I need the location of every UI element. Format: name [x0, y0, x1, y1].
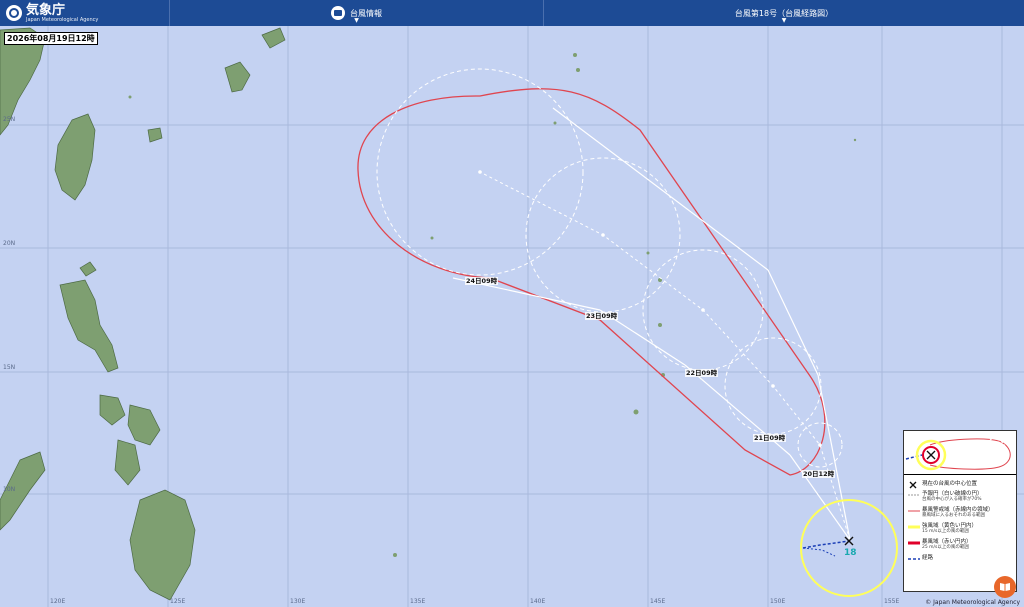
lon-label-125e: 125E [170, 598, 186, 605]
lon-label-140e: 140E [530, 598, 546, 605]
legend-warning-sub: 暴風域に入るおそれのある範囲 [922, 513, 985, 518]
lat-label-10n: 10N [3, 486, 16, 493]
lon-label-150e: 150E [770, 598, 786, 605]
lon-label-155e: 155E [884, 598, 900, 605]
typhoon-number-label: 18 [844, 548, 857, 558]
forecast-label-23: 23日09時 [585, 312, 619, 320]
legend-preview [904, 438, 1016, 475]
forecast-circle-icon [908, 491, 922, 499]
forecast-label-24: 24日09時 [465, 277, 499, 285]
legend-current-label: 現在の台風の中心位置 [922, 481, 978, 487]
storm-area-icon [908, 539, 922, 547]
jma-logo[interactable]: 気象庁 Japan Meteorological Agency [0, 0, 170, 26]
legend-track-label: 経路 [922, 555, 934, 561]
legend-storm-sub: 25 m/s以上の風の範囲 [922, 545, 969, 550]
logo-title: 気象庁 [26, 2, 66, 18]
chevron-down-icon: ▼ [354, 17, 359, 24]
typhoon-track-map[interactable] [0, 26, 1024, 607]
legend-forecast-sub: 台風の中心が入る確率が70% [922, 497, 982, 502]
book-icon[interactable] [994, 576, 1016, 598]
lat-label-15n: 15N [3, 364, 16, 371]
lon-label-120e: 120E [50, 598, 66, 605]
jma-emblem-icon [6, 5, 22, 21]
top-bar: 気象庁 Japan Meteorological Agency 台風情報 ▼ 台… [0, 0, 1024, 26]
legend-strong-sub: 15 m/s以上の風の範囲 [922, 529, 969, 534]
lat-label-25n: 25N [3, 116, 16, 123]
lon-label-135e: 135E [410, 598, 426, 605]
copyright-notice: © Japan Meteorological Agency [925, 599, 1020, 606]
track-icon [908, 555, 922, 563]
forecast-label-22: 22日09時 [685, 369, 719, 377]
current-position-icon [908, 481, 922, 489]
forecast-label-20: 20日12時 [802, 470, 836, 478]
lon-label-145e: 145E [650, 598, 666, 605]
storm-warning-icon [908, 507, 922, 515]
chevron-down-icon: ▼ [781, 17, 787, 24]
typhoon-info-menu[interactable]: 台風情報 ▼ [170, 0, 544, 26]
lat-label-20n: 20N [3, 240, 16, 247]
logo-subtitle: Japan Meteorological Agency [26, 16, 99, 23]
typhoon-select-menu[interactable]: 台風第18号（台風経路図） ▼ [544, 0, 1024, 26]
forecast-label-21: 21日09時 [753, 434, 787, 442]
map-legend: 現在の台風の中心位置 予報円（白い破線の円） 台風の中心が入る確率が70% 暴風警… [903, 430, 1017, 592]
lon-label-130e: 130E [290, 598, 306, 605]
strong-wind-icon [908, 523, 922, 531]
observation-datetime: 2026年08月19日12時 [4, 32, 98, 45]
typhoon-icon [331, 6, 345, 20]
